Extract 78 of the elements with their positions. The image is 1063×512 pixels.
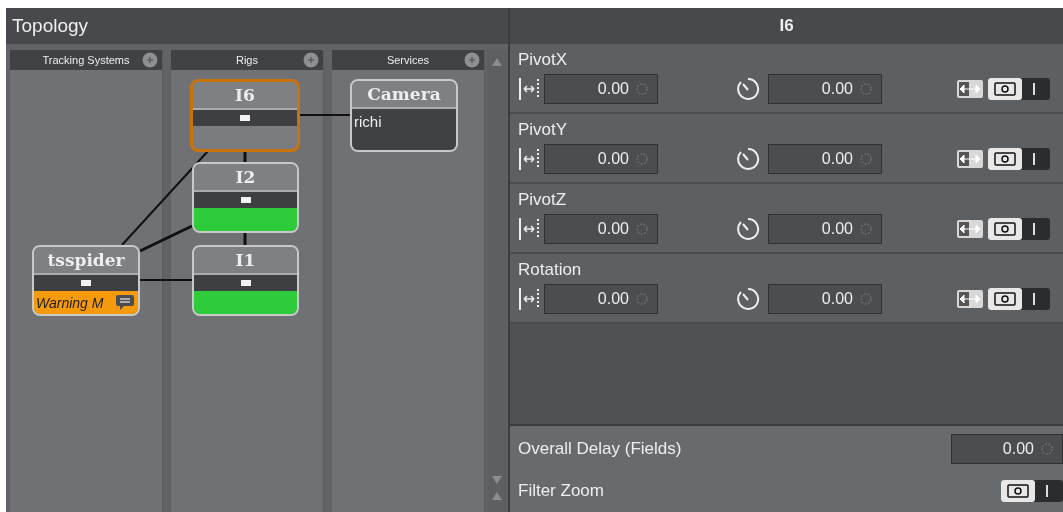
setting-label: Filter Zoom bbox=[518, 481, 604, 501]
offset-icon bbox=[518, 76, 540, 102]
toggle-switch[interactable] bbox=[988, 288, 1050, 310]
off-symbol-icon bbox=[994, 222, 1016, 236]
status-indicator-icon bbox=[240, 115, 250, 121]
off-symbol-icon bbox=[994, 152, 1016, 166]
delay-field[interactable]: 0.00 bbox=[768, 74, 882, 104]
node-title: I6 bbox=[193, 82, 297, 110]
field-value: 0.00 bbox=[597, 80, 629, 98]
timer-icon bbox=[736, 216, 760, 242]
field-value: 0.00 bbox=[821, 150, 853, 168]
connector-line bbox=[139, 279, 193, 281]
on-symbol-icon bbox=[1045, 485, 1049, 497]
node-title: tsspider bbox=[34, 247, 138, 275]
toggle-switch[interactable] bbox=[988, 218, 1050, 240]
on-symbol-icon bbox=[1032, 83, 1036, 95]
column-title: Rigs bbox=[236, 54, 258, 66]
field-value: 0.00 bbox=[597, 220, 629, 238]
delay-field[interactable]: 0.00 bbox=[951, 434, 1063, 464]
column-title: Tracking Systems bbox=[42, 54, 130, 66]
parameter-label: PivotX bbox=[518, 50, 569, 70]
offset-icon bbox=[518, 216, 540, 242]
toggle-switch[interactable] bbox=[988, 78, 1050, 100]
offset-field[interactable]: 0.00 bbox=[544, 74, 658, 104]
parameter-label: PivotZ bbox=[518, 190, 568, 210]
field-value: 0.00 bbox=[821, 290, 853, 308]
status-indicator-icon bbox=[240, 197, 251, 203]
toggle-switch[interactable] bbox=[988, 148, 1050, 170]
delay-field[interactable]: 0.00 bbox=[768, 284, 882, 314]
field-value: 0.00 bbox=[1002, 440, 1034, 458]
node-label: richi bbox=[352, 109, 456, 150]
scroll-up-icon[interactable] bbox=[492, 58, 502, 66]
off-symbol-icon bbox=[1007, 484, 1029, 498]
offset-icon bbox=[518, 286, 540, 312]
on-symbol-icon bbox=[1032, 293, 1036, 305]
field-value: 0.00 bbox=[597, 150, 629, 168]
timer-icon bbox=[736, 286, 760, 312]
parameter-label: Rotation bbox=[518, 260, 583, 280]
on-symbol-icon bbox=[1032, 223, 1036, 235]
status-indicator-icon bbox=[81, 280, 91, 286]
add-icon[interactable] bbox=[303, 52, 319, 68]
field-value: 0.00 bbox=[597, 290, 629, 308]
warning-message: Warning M bbox=[35, 294, 104, 311]
on-symbol-icon bbox=[1032, 153, 1036, 165]
setting-label: Overall Delay (Fields) bbox=[518, 439, 682, 459]
status-indicator-icon bbox=[240, 280, 251, 286]
scroll-down-icon[interactable] bbox=[492, 476, 502, 500]
node-title: Camera bbox=[352, 81, 456, 109]
add-icon[interactable] bbox=[464, 52, 480, 68]
parameter-label: PivotY bbox=[518, 120, 569, 140]
delay-field[interactable]: 0.00 bbox=[768, 144, 882, 174]
add-icon[interactable] bbox=[142, 52, 158, 68]
toggle-switch[interactable] bbox=[1001, 480, 1063, 502]
panel-title: Topology bbox=[12, 15, 89, 37]
offset-field[interactable]: 0.00 bbox=[544, 284, 658, 314]
off-symbol-icon bbox=[994, 292, 1016, 306]
timer-icon bbox=[736, 76, 760, 102]
swap-arrows-icon[interactable] bbox=[956, 79, 984, 99]
swap-arrows-icon[interactable] bbox=[956, 289, 984, 309]
graph-node[interactable]: Camera richi bbox=[350, 79, 458, 152]
column-title: Services bbox=[386, 54, 430, 66]
panel-title: I6 bbox=[779, 16, 794, 36]
swap-arrows-icon[interactable] bbox=[956, 149, 984, 169]
graph-node[interactable]: tsspider Warning M bbox=[32, 245, 140, 316]
connector-line bbox=[243, 232, 247, 245]
offset-field[interactable]: 0.00 bbox=[544, 144, 658, 174]
node-title: I2 bbox=[194, 164, 297, 192]
field-value: 0.00 bbox=[821, 220, 853, 238]
offset-field[interactable]: 0.00 bbox=[544, 214, 658, 244]
off-symbol-icon bbox=[994, 82, 1016, 96]
delay-field[interactable]: 0.00 bbox=[768, 214, 882, 244]
speech-bubble-icon[interactable] bbox=[115, 294, 135, 311]
swap-arrows-icon[interactable] bbox=[956, 219, 984, 239]
node-title: I1 bbox=[194, 247, 297, 275]
offset-icon bbox=[518, 146, 540, 172]
timer-icon bbox=[736, 146, 760, 172]
field-value: 0.00 bbox=[821, 80, 853, 98]
connector-line bbox=[299, 114, 351, 116]
